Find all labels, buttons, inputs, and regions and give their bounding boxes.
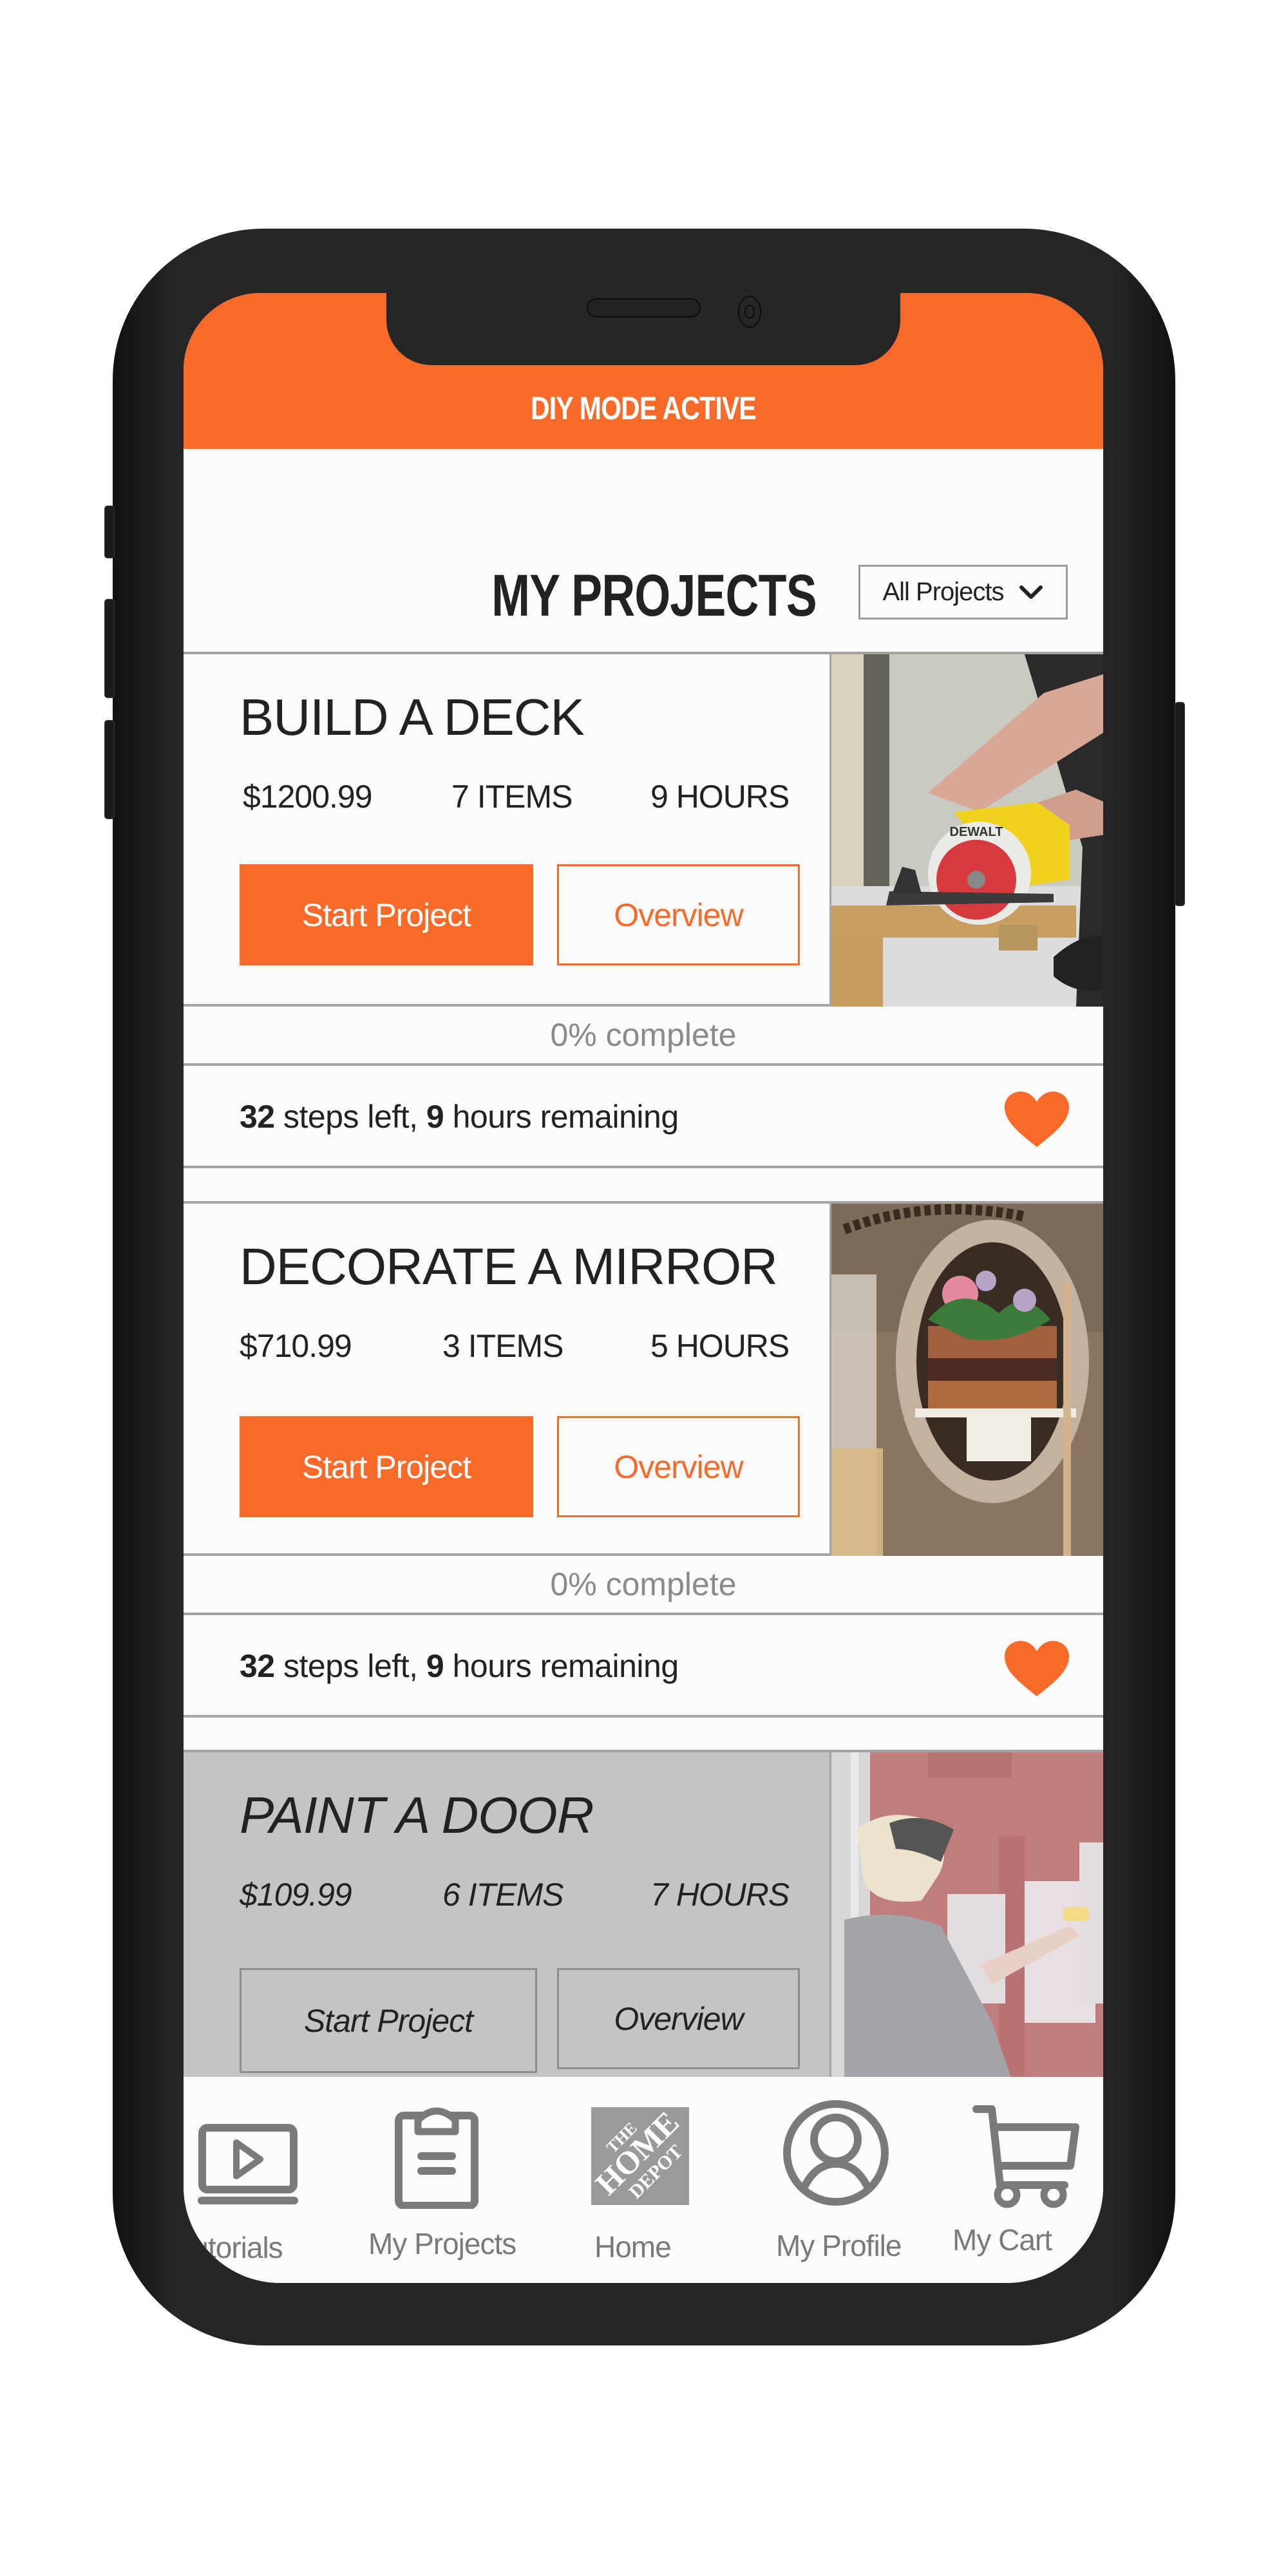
project-title: PAINT A DOOR bbox=[240, 1786, 594, 1844]
project-card-main: BUILD A DECK $1200.99 7 ITEMS 9 HOURS St… bbox=[184, 652, 1103, 1007]
nav-label: Home bbox=[594, 2230, 672, 2264]
hours-left-label: hours remaining bbox=[444, 1099, 679, 1135]
mode-banner-text: DIY MODE ACTIVE bbox=[531, 390, 757, 426]
silent-switch bbox=[104, 506, 115, 558]
clipboard-icon bbox=[395, 2106, 478, 2209]
hours-left-count: 9 bbox=[426, 1648, 444, 1684]
overview-button[interactable]: Overview bbox=[557, 1416, 800, 1517]
speaker-grille bbox=[587, 298, 701, 317]
video-tutorial-icon bbox=[198, 2123, 298, 2207]
project-price: $710.99 bbox=[240, 1328, 352, 1364]
steps-left-label: steps left, bbox=[274, 1648, 426, 1684]
steps-left-label: steps left, bbox=[274, 1099, 426, 1135]
painting-door-photo bbox=[831, 1752, 1103, 2079]
start-project-button[interactable]: Start Project bbox=[240, 1416, 533, 1517]
nav-label: My Cart bbox=[952, 2223, 1052, 2257]
power-button bbox=[1175, 702, 1185, 906]
steps-remaining-text: 32 steps left, 9 hours remaining bbox=[240, 1098, 679, 1135]
nav-label: Tutorials bbox=[184, 2231, 283, 2264]
progress-status: 0% complete bbox=[184, 1556, 1103, 1615]
hours-left-label: hours remaining bbox=[444, 1648, 679, 1684]
volume-up-button bbox=[104, 599, 115, 698]
front-camera bbox=[738, 296, 761, 328]
project-title: DECORATE A MIRROR bbox=[240, 1238, 778, 1295]
circular-saw-photo: DEWALT bbox=[831, 654, 1103, 1007]
cart-icon bbox=[971, 2101, 1081, 2211]
project-item-count: 6 ITEMS bbox=[442, 1877, 564, 1913]
phone-notch bbox=[386, 293, 900, 365]
volume-down-button bbox=[104, 720, 115, 819]
nav-tutorials[interactable]: Tutorials bbox=[184, 2077, 332, 2283]
project-duration: 7 HOURS bbox=[650, 1877, 790, 1913]
project-card-main: PAINT A DOOR $109.99 6 ITEMS 7 HOURS Sta… bbox=[184, 1750, 1103, 2079]
nav-label: My Profile bbox=[776, 2229, 902, 2262]
nav-my-cart[interactable]: My Cart bbox=[943, 2077, 1103, 2283]
progress-status: 0% complete bbox=[184, 1007, 1103, 1066]
project-duration: 9 HOURS bbox=[650, 779, 790, 815]
favorite-heart-icon[interactable] bbox=[1005, 1641, 1069, 1698]
profile-icon bbox=[782, 2099, 889, 2206]
hours-left-count: 9 bbox=[426, 1099, 444, 1135]
chevron-down-icon bbox=[1018, 583, 1044, 601]
project-price: $1200.99 bbox=[243, 779, 373, 815]
project-filter-dropdown[interactable]: All Projects bbox=[858, 565, 1068, 620]
steps-remaining-row: 32 steps left, 9 hours remaining bbox=[184, 1066, 1103, 1168]
svg-text:DEWALT: DEWALT bbox=[950, 825, 1003, 839]
project-price: $109.99 bbox=[240, 1877, 352, 1913]
overview-button[interactable]: Overview bbox=[557, 1968, 800, 2069]
start-project-button[interactable]: Start Project bbox=[240, 864, 533, 965]
overview-button[interactable]: Overview bbox=[557, 864, 800, 965]
project-title: BUILD A DECK bbox=[240, 688, 585, 746]
project-image: DEWALT bbox=[829, 654, 1103, 1007]
app-screen: DIY MODE ACTIVE MY PROJECTS All Projects… bbox=[184, 293, 1103, 2283]
steps-remaining-text: 32 steps left, 9 hours remaining bbox=[240, 1647, 679, 1685]
project-item-count: 7 ITEMS bbox=[451, 779, 573, 815]
project-card-main: DECORATE A MIRROR $710.99 3 ITEMS 5 HOUR… bbox=[184, 1201, 1103, 1556]
project-image bbox=[829, 1204, 1103, 1556]
nav-home[interactable]: THE HOME DEPOT Home bbox=[544, 2077, 689, 2283]
filter-selected-value: All Projects bbox=[882, 578, 1004, 606]
nav-my-profile[interactable]: My Profile bbox=[750, 2077, 905, 2283]
project-image bbox=[829, 1752, 1103, 2079]
home-depot-logo-icon: THE HOME DEPOT bbox=[591, 2107, 689, 2205]
bottom-navigation: Tutorials My Projects THE HOME DEPOT Hom… bbox=[184, 2077, 1103, 2283]
steps-left-count: 32 bbox=[240, 1648, 275, 1684]
steps-remaining-row: 32 steps left, 9 hours remaining bbox=[184, 1615, 1103, 1718]
page-title: MY PROJECTS bbox=[491, 563, 817, 629]
ornate-mirror-photo bbox=[831, 1204, 1103, 1556]
nav-my-projects[interactable]: My Projects bbox=[332, 2077, 516, 2283]
project-duration: 5 HOURS bbox=[650, 1328, 790, 1364]
project-item-count: 3 ITEMS bbox=[442, 1328, 564, 1364]
favorite-heart-icon[interactable] bbox=[1005, 1092, 1069, 1148]
nav-label: My Projects bbox=[368, 2227, 516, 2260]
start-project-button[interactable]: Start Project bbox=[240, 1968, 537, 2073]
steps-left-count: 32 bbox=[240, 1099, 275, 1135]
